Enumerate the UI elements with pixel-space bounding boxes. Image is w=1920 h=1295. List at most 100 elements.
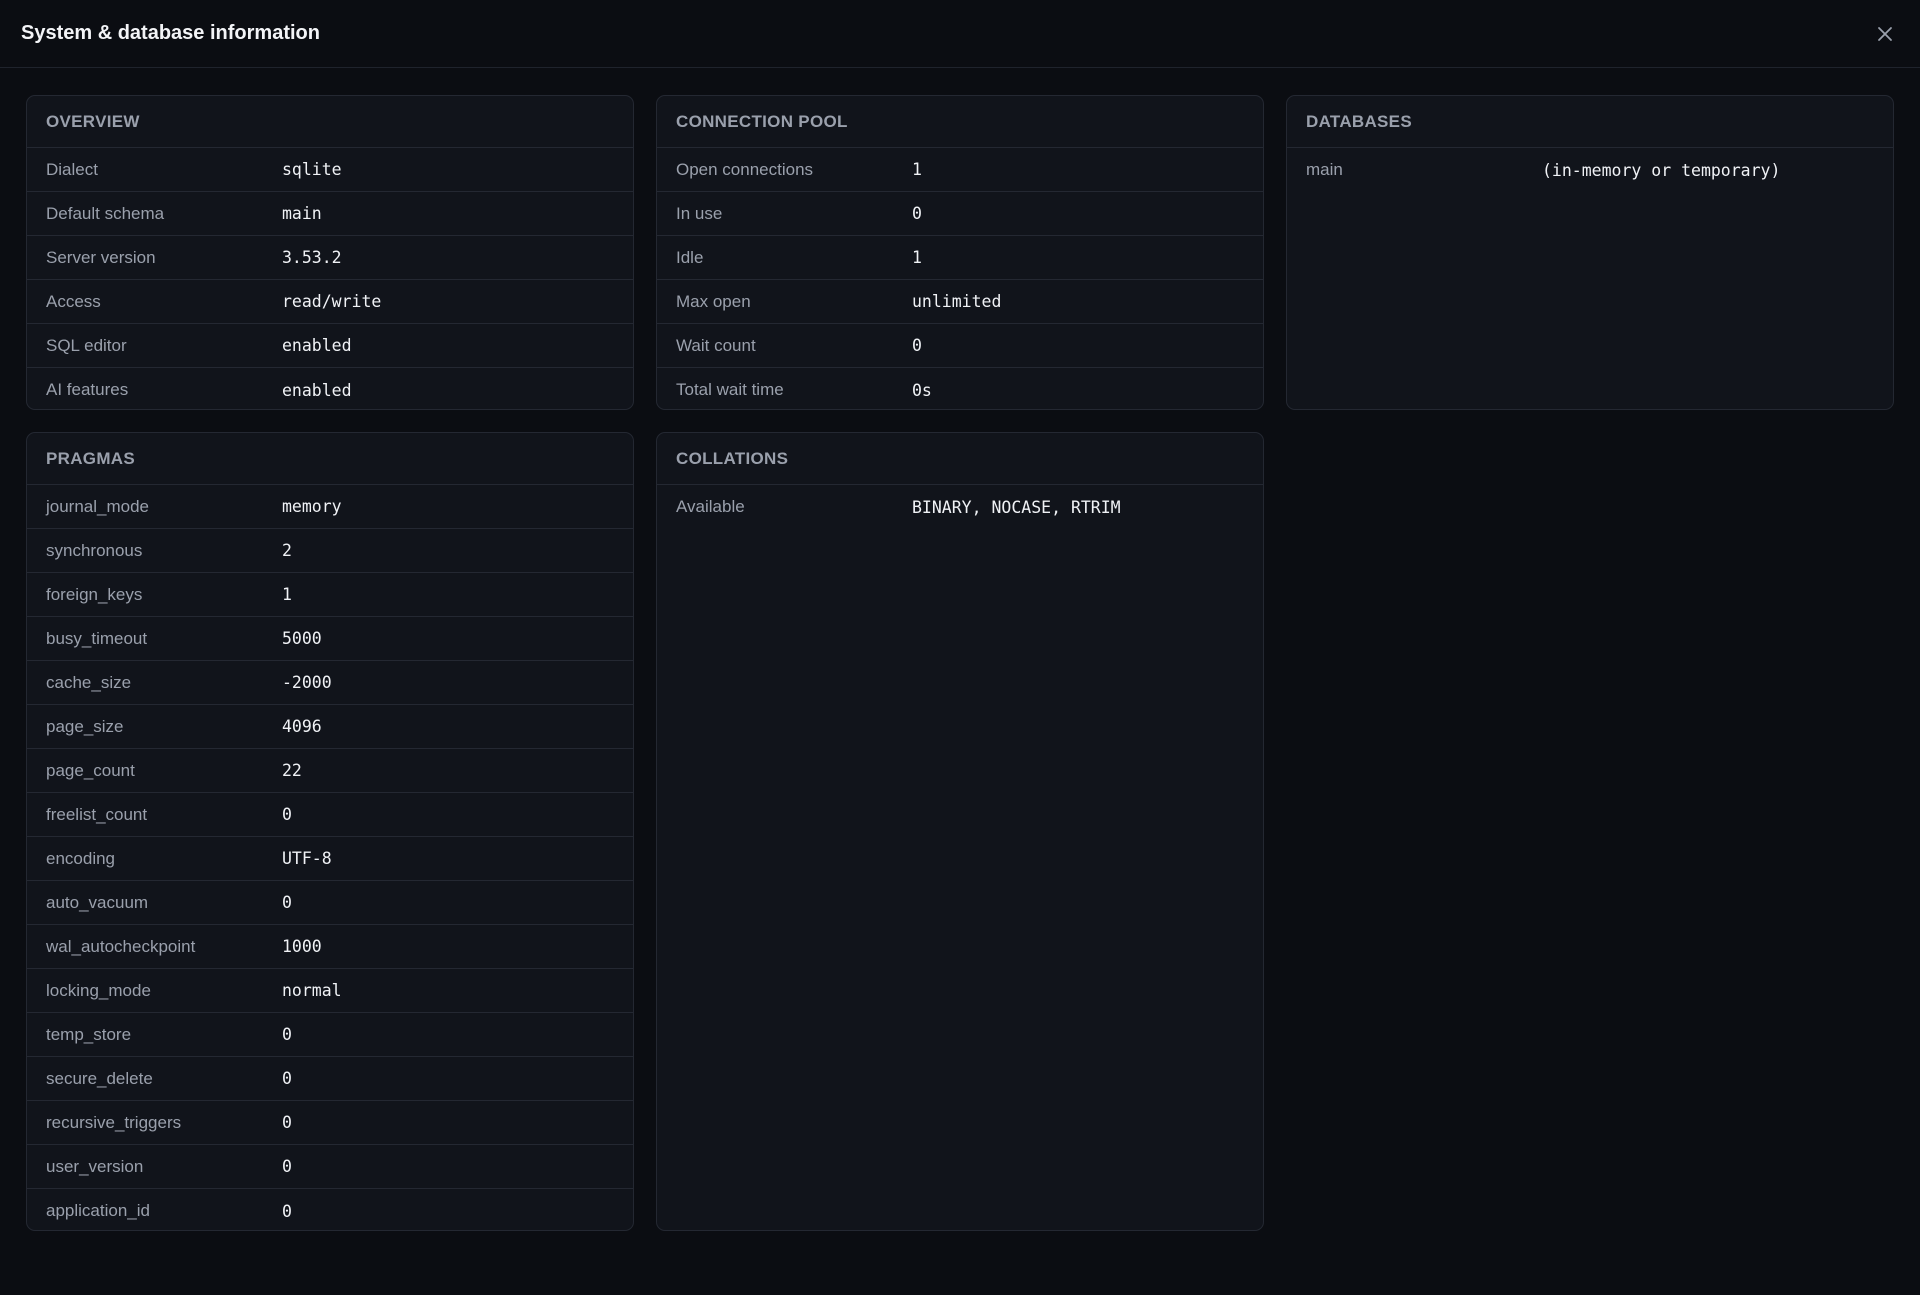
row-value: 0 [282, 1113, 292, 1132]
pragmas-row: recursive_triggers 0 [27, 1101, 633, 1145]
row-label: freelist_count [46, 804, 148, 824]
row-value: 1 [912, 248, 922, 267]
row-label: Access [46, 291, 101, 311]
pragmas-row: application_id 0 [27, 1189, 633, 1230]
row-value: 0s [912, 380, 932, 400]
row-label: recursive_triggers [46, 1112, 182, 1132]
row-value: 1 [282, 585, 292, 604]
overview-row: Dialect sqlite [27, 148, 633, 192]
row-value: BINARY, NOCASE, RTRIM [912, 497, 1121, 517]
row-value: (in-memory or temporary) [1542, 160, 1781, 180]
collations-title: COLLATIONS [657, 433, 1263, 485]
row-label: foreign_keys [46, 584, 143, 604]
close-button[interactable] [1867, 16, 1903, 52]
pragmas-rows: journal_mode memory synchronous 2 foreign_ke… [27, 485, 633, 1230]
row-value: memory [282, 497, 342, 516]
pool-row: Max open unlimited [657, 280, 1263, 324]
row-label: encoding [46, 848, 116, 868]
row-value: 2 [282, 541, 292, 560]
row-label: Idle [676, 247, 704, 267]
row-label: Open connections [676, 159, 814, 179]
info-grid: OVERVIEW Dialect sqlite Default schema main… [26, 95, 1894, 1231]
collations-card: COLLATIONS Available BINARY, NOCASE, RTRI… [656, 432, 1264, 1231]
row-label: application_id [46, 1201, 150, 1220]
row-value: 4096 [282, 717, 322, 736]
pragmas-row: secure_delete 0 [27, 1057, 633, 1101]
row-label: journal_mode [46, 496, 150, 516]
row-value: sqlite [282, 160, 342, 179]
pragmas-row: locking_mode normal [27, 969, 633, 1013]
pragmas-row: page_count 22 [27, 749, 633, 793]
row-value: enabled [282, 380, 352, 400]
overview-row: Access read/write [27, 280, 633, 324]
row-label: busy_timeout [46, 628, 148, 648]
row-value: unlimited [912, 292, 1002, 311]
row-label: Available [676, 497, 745, 516]
pragmas-row: busy_timeout 5000 [27, 617, 633, 661]
row-label: locking_mode [46, 980, 151, 1000]
overview-row: Default schema main [27, 192, 633, 236]
pragmas-row: cache_size -2000 [27, 661, 633, 705]
row-label: cache_size [46, 672, 132, 692]
collations-rows: Available BINARY, NOCASE, RTRIM [657, 485, 1263, 529]
row-label: In use [676, 203, 723, 223]
row-value: 1000 [282, 937, 322, 956]
row-label: wal_autocheckpoint [46, 936, 196, 956]
row-label: SQL editor [46, 335, 127, 355]
row-label: secure_delete [46, 1068, 153, 1088]
pragmas-row: journal_mode memory [27, 485, 633, 529]
overview-card: OVERVIEW Dialect sqlite Default schema main… [26, 95, 634, 410]
row-label: synchronous [46, 540, 143, 560]
row-label: user_version [46, 1156, 144, 1176]
overview-row: Server version 3.53.2 [27, 236, 633, 280]
row-label: Default schema [46, 203, 165, 223]
pragmas-row: auto_vacuum 0 [27, 881, 633, 925]
row-label: Total wait time [676, 380, 784, 399]
close-icon [1878, 26, 1892, 41]
pragmas-row: freelist_count 0 [27, 793, 633, 837]
dialog-header: System & database information [0, 0, 1920, 68]
connection-pool-title: CONNECTION POOL [657, 96, 1263, 148]
row-value: 1 [912, 160, 922, 179]
row-label: auto_vacuum [46, 892, 149, 912]
row-value: read/write [282, 292, 382, 311]
pragmas-card: PRAGMAS journal_mode memory synchronous 2 fo… [26, 432, 634, 1231]
row-value: 22 [282, 761, 302, 780]
overview-rows: Dialect sqlite Default schema main Server ve… [27, 148, 633, 409]
pool-row: Total wait time 0s [657, 368, 1263, 409]
row-value: 0 [282, 1201, 292, 1221]
row-label: page_size [46, 716, 124, 736]
overview-title: OVERVIEW [27, 96, 633, 148]
row-label: AI features [46, 380, 129, 399]
row-label: main [1306, 160, 1343, 179]
connection-pool-rows: Open connections 1 In use 0 Idle 1 Max open unl… [657, 148, 1263, 409]
row-value: 0 [912, 204, 922, 223]
row-value: 0 [282, 805, 292, 824]
row-label: Wait count [676, 335, 756, 355]
row-value: -2000 [282, 673, 332, 692]
pool-row: Idle 1 [657, 236, 1263, 280]
pragmas-row: wal_autocheckpoint 1000 [27, 925, 633, 969]
row-label: page_count [46, 760, 135, 780]
row-label: Server version [46, 247, 156, 267]
row-value: enabled [282, 336, 352, 355]
pragmas-row: user_version 0 [27, 1145, 633, 1189]
row-value: normal [282, 981, 342, 1000]
pragmas-row: synchronous 2 [27, 529, 633, 573]
databases-row: main (in-memory or temporary) [1287, 148, 1893, 192]
row-value: 5000 [282, 629, 322, 648]
dialog-title: System & database information [21, 22, 320, 44]
overview-row: AI features enabled [27, 368, 633, 409]
row-label: Dialect [46, 159, 98, 179]
databases-card: DATABASES main (in-memory or temporary) [1286, 95, 1894, 410]
row-label: Max open [676, 291, 751, 311]
pragmas-title: PRAGMAS [27, 433, 633, 485]
pragmas-row: page_size 4096 [27, 705, 633, 749]
databases-rows: main (in-memory or temporary) [1287, 148, 1893, 192]
pool-row: Open connections 1 [657, 148, 1263, 192]
pragmas-row: temp_store 0 [27, 1013, 633, 1057]
row-value: 3.53.2 [282, 248, 342, 267]
row-value: 0 [282, 1157, 292, 1176]
overview-row: SQL editor enabled [27, 324, 633, 368]
row-value: main [282, 204, 322, 223]
